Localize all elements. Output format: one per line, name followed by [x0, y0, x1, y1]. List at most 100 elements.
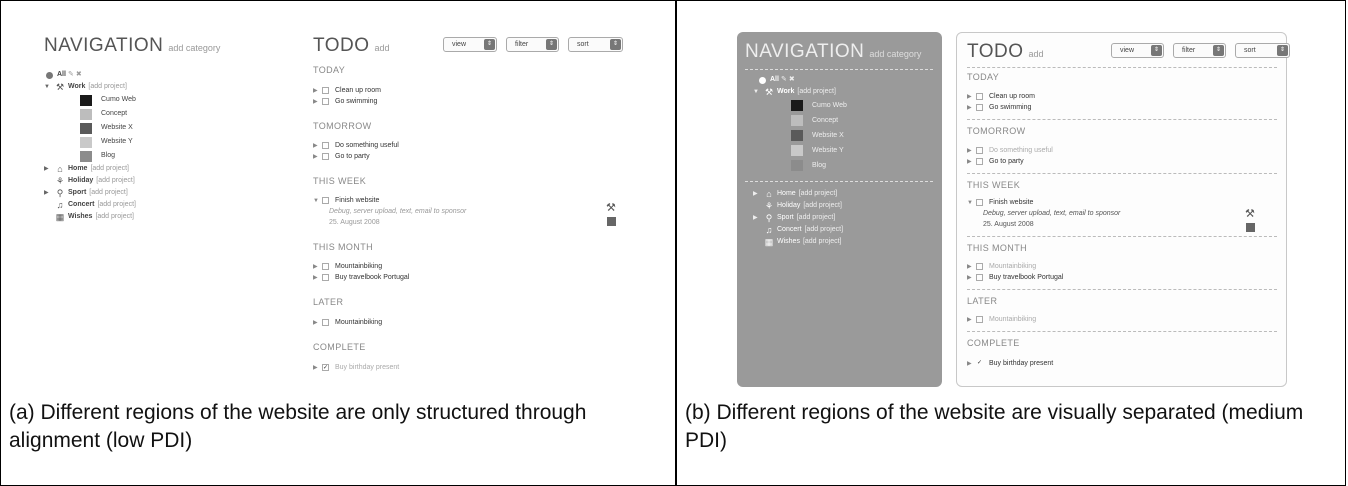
project-item[interactable]: Website X	[755, 128, 933, 143]
nav-item-sport[interactable]: ▶ ⚲ Sport [add project]	[745, 212, 933, 224]
task-checkbox[interactable]	[976, 158, 983, 165]
nav-item-holiday[interactable]: ⚘ Holiday [add project]	[745, 200, 933, 212]
task-checkbox[interactable]	[322, 263, 329, 270]
task-row[interactable]: ▼ Finish website	[313, 195, 623, 206]
nav-item-work[interactable]: ▼ ⚒ Work [add project]	[745, 86, 933, 98]
add-project-link[interactable]: [add project]	[805, 224, 844, 236]
delete-icon[interactable]: ✖	[789, 74, 795, 86]
project-item[interactable]: Concept	[44, 107, 220, 121]
edit-icon[interactable]: ✎	[68, 69, 74, 81]
task-checkbox[interactable]	[976, 93, 983, 100]
expand-arrow-icon[interactable]: ▶	[967, 147, 976, 154]
nav-item-sport[interactable]: ▶ ⚲ Sport [add project]	[44, 187, 220, 199]
add-project-link[interactable]: [add project]	[96, 175, 135, 187]
project-item[interactable]: Website Y	[44, 135, 220, 149]
expand-arrow-icon[interactable]: ▶	[313, 319, 322, 326]
add-project-link[interactable]: [add project]	[88, 81, 127, 93]
collapse-arrow-icon[interactable]: ▶	[44, 187, 54, 199]
nav-item-wishes[interactable]: ▦ Wishes [add project]	[44, 211, 220, 223]
collapse-arrow-icon[interactable]: ▶	[753, 212, 763, 224]
collapse-arrow-icon[interactable]: ▶	[753, 188, 763, 200]
task-row[interactable]: ▼ Finish website	[967, 197, 1277, 208]
add-category-link[interactable]: add category	[869, 49, 921, 59]
collapse-arrow-icon[interactable]: ▼	[967, 200, 976, 206]
add-project-link[interactable]: [add project]	[797, 212, 836, 224]
task-row[interactable]: ▶ ✓ Buy birthday present	[967, 358, 1277, 369]
expand-arrow-icon[interactable]: ▶	[313, 87, 322, 94]
nav-item-work[interactable]: ▼ ⚒ Work [add project]	[44, 81, 220, 93]
task-checkbox[interactable]	[322, 98, 329, 105]
expand-arrow-icon[interactable]: ▶	[967, 274, 976, 281]
tools-icon[interactable]: ⚒	[1245, 208, 1255, 220]
nav-item-home[interactable]: ▶ ⌂ Home [add project]	[745, 188, 933, 200]
add-project-link[interactable]: [add project]	[803, 236, 842, 248]
task-row[interactable]: ▶ Clean up room	[313, 85, 623, 96]
task-row[interactable]: ▶ Mountainbiking	[967, 261, 1277, 272]
task-checkbox[interactable]	[322, 197, 329, 204]
nav-item-concert[interactable]: ♫ Concert [add project]	[745, 224, 933, 236]
add-todo-link[interactable]: add	[375, 43, 390, 53]
add-category-link[interactable]: add category	[168, 43, 220, 53]
expand-arrow-icon[interactable]: ▶	[967, 316, 976, 323]
project-item[interactable]: Website X	[44, 121, 220, 135]
task-checkbox[interactable]	[322, 142, 329, 149]
expand-arrow-icon[interactable]: ▶	[313, 274, 322, 281]
expand-arrow-icon[interactable]: ▶	[313, 153, 322, 160]
add-project-link[interactable]: [add project]	[803, 200, 842, 212]
task-checkbox[interactable]	[322, 153, 329, 160]
task-checkbox[interactable]	[976, 263, 983, 270]
project-item[interactable]: Website Y	[755, 143, 933, 158]
task-checkbox[interactable]	[976, 274, 983, 281]
expand-arrow-icon[interactable]: ▶	[967, 93, 976, 100]
project-item[interactable]: Blog	[44, 149, 220, 163]
project-item[interactable]: Concept	[755, 113, 933, 128]
nav-item-holiday[interactable]: ⚘ Holiday [add project]	[44, 175, 220, 187]
task-checkbox[interactable]	[322, 274, 329, 281]
nav-item-all[interactable]: All ✎ ✖	[44, 69, 220, 81]
add-project-link[interactable]: [add project]	[95, 211, 134, 223]
expand-arrow-icon[interactable]: ▶	[313, 142, 322, 149]
task-checkbox-checked[interactable]: ✓	[976, 360, 983, 367]
add-todo-link[interactable]: add	[1029, 49, 1044, 59]
expand-arrow-icon[interactable]: ▼	[753, 86, 763, 98]
task-row[interactable]: ▶ Buy travelbook Portugal	[967, 272, 1277, 283]
task-row[interactable]: ▶ Mountainbiking	[313, 317, 623, 328]
task-row[interactable]: ▶ ✓ Buy birthday present	[313, 362, 623, 373]
expand-arrow-icon[interactable]: ▼	[44, 81, 54, 93]
task-row[interactable]: ▶ Do something useful	[313, 140, 623, 151]
project-item[interactable]: Cumo Web	[44, 93, 220, 107]
add-project-link[interactable]: [add project]	[97, 199, 136, 211]
add-project-link[interactable]: [add project]	[799, 188, 838, 200]
add-project-link[interactable]: [add project]	[90, 163, 129, 175]
task-checkbox[interactable]	[322, 87, 329, 94]
task-row[interactable]: ▶ Go to party	[313, 151, 623, 162]
expand-arrow-icon[interactable]: ▶	[313, 263, 322, 270]
task-row[interactable]: ▶ Go swimming	[967, 102, 1277, 113]
collapse-arrow-icon[interactable]: ▶	[44, 163, 54, 175]
task-row[interactable]: ▶ Do something useful	[967, 145, 1277, 156]
task-checkbox[interactable]	[976, 104, 983, 111]
task-checkbox[interactable]	[976, 199, 983, 206]
delete-icon[interactable]: ✖	[76, 69, 82, 81]
collapse-arrow-icon[interactable]: ▼	[313, 198, 322, 204]
edit-icon[interactable]: ✎	[781, 74, 787, 86]
project-item[interactable]: Cumo Web	[755, 98, 933, 113]
project-item[interactable]: Blog	[755, 158, 933, 173]
nav-item-wishes[interactable]: ▦ Wishes [add project]	[745, 236, 933, 248]
task-checkbox[interactable]	[322, 319, 329, 326]
nav-item-concert[interactable]: ♫ Concert [add project]	[44, 199, 220, 211]
task-row[interactable]: ▶ Mountainbiking	[967, 314, 1277, 325]
task-row[interactable]: ▶ Buy travelbook Portugal	[313, 272, 623, 283]
add-project-link[interactable]: [add project]	[89, 187, 128, 199]
task-row[interactable]: ▶ Go swimming	[313, 96, 623, 107]
task-checkbox[interactable]	[976, 147, 983, 154]
expand-arrow-icon[interactable]: ▶	[967, 158, 976, 165]
task-row[interactable]: ▶ Mountainbiking	[313, 261, 623, 272]
expand-arrow-icon[interactable]: ▶	[967, 360, 976, 367]
nav-item-all[interactable]: All ✎ ✖	[745, 74, 933, 86]
task-checkbox-checked[interactable]: ✓	[322, 364, 329, 371]
task-row[interactable]: ▶ Go to party	[967, 156, 1277, 167]
expand-arrow-icon[interactable]: ▶	[313, 364, 322, 371]
tools-icon[interactable]: ⚒	[606, 202, 616, 214]
expand-arrow-icon[interactable]: ▶	[967, 104, 976, 111]
